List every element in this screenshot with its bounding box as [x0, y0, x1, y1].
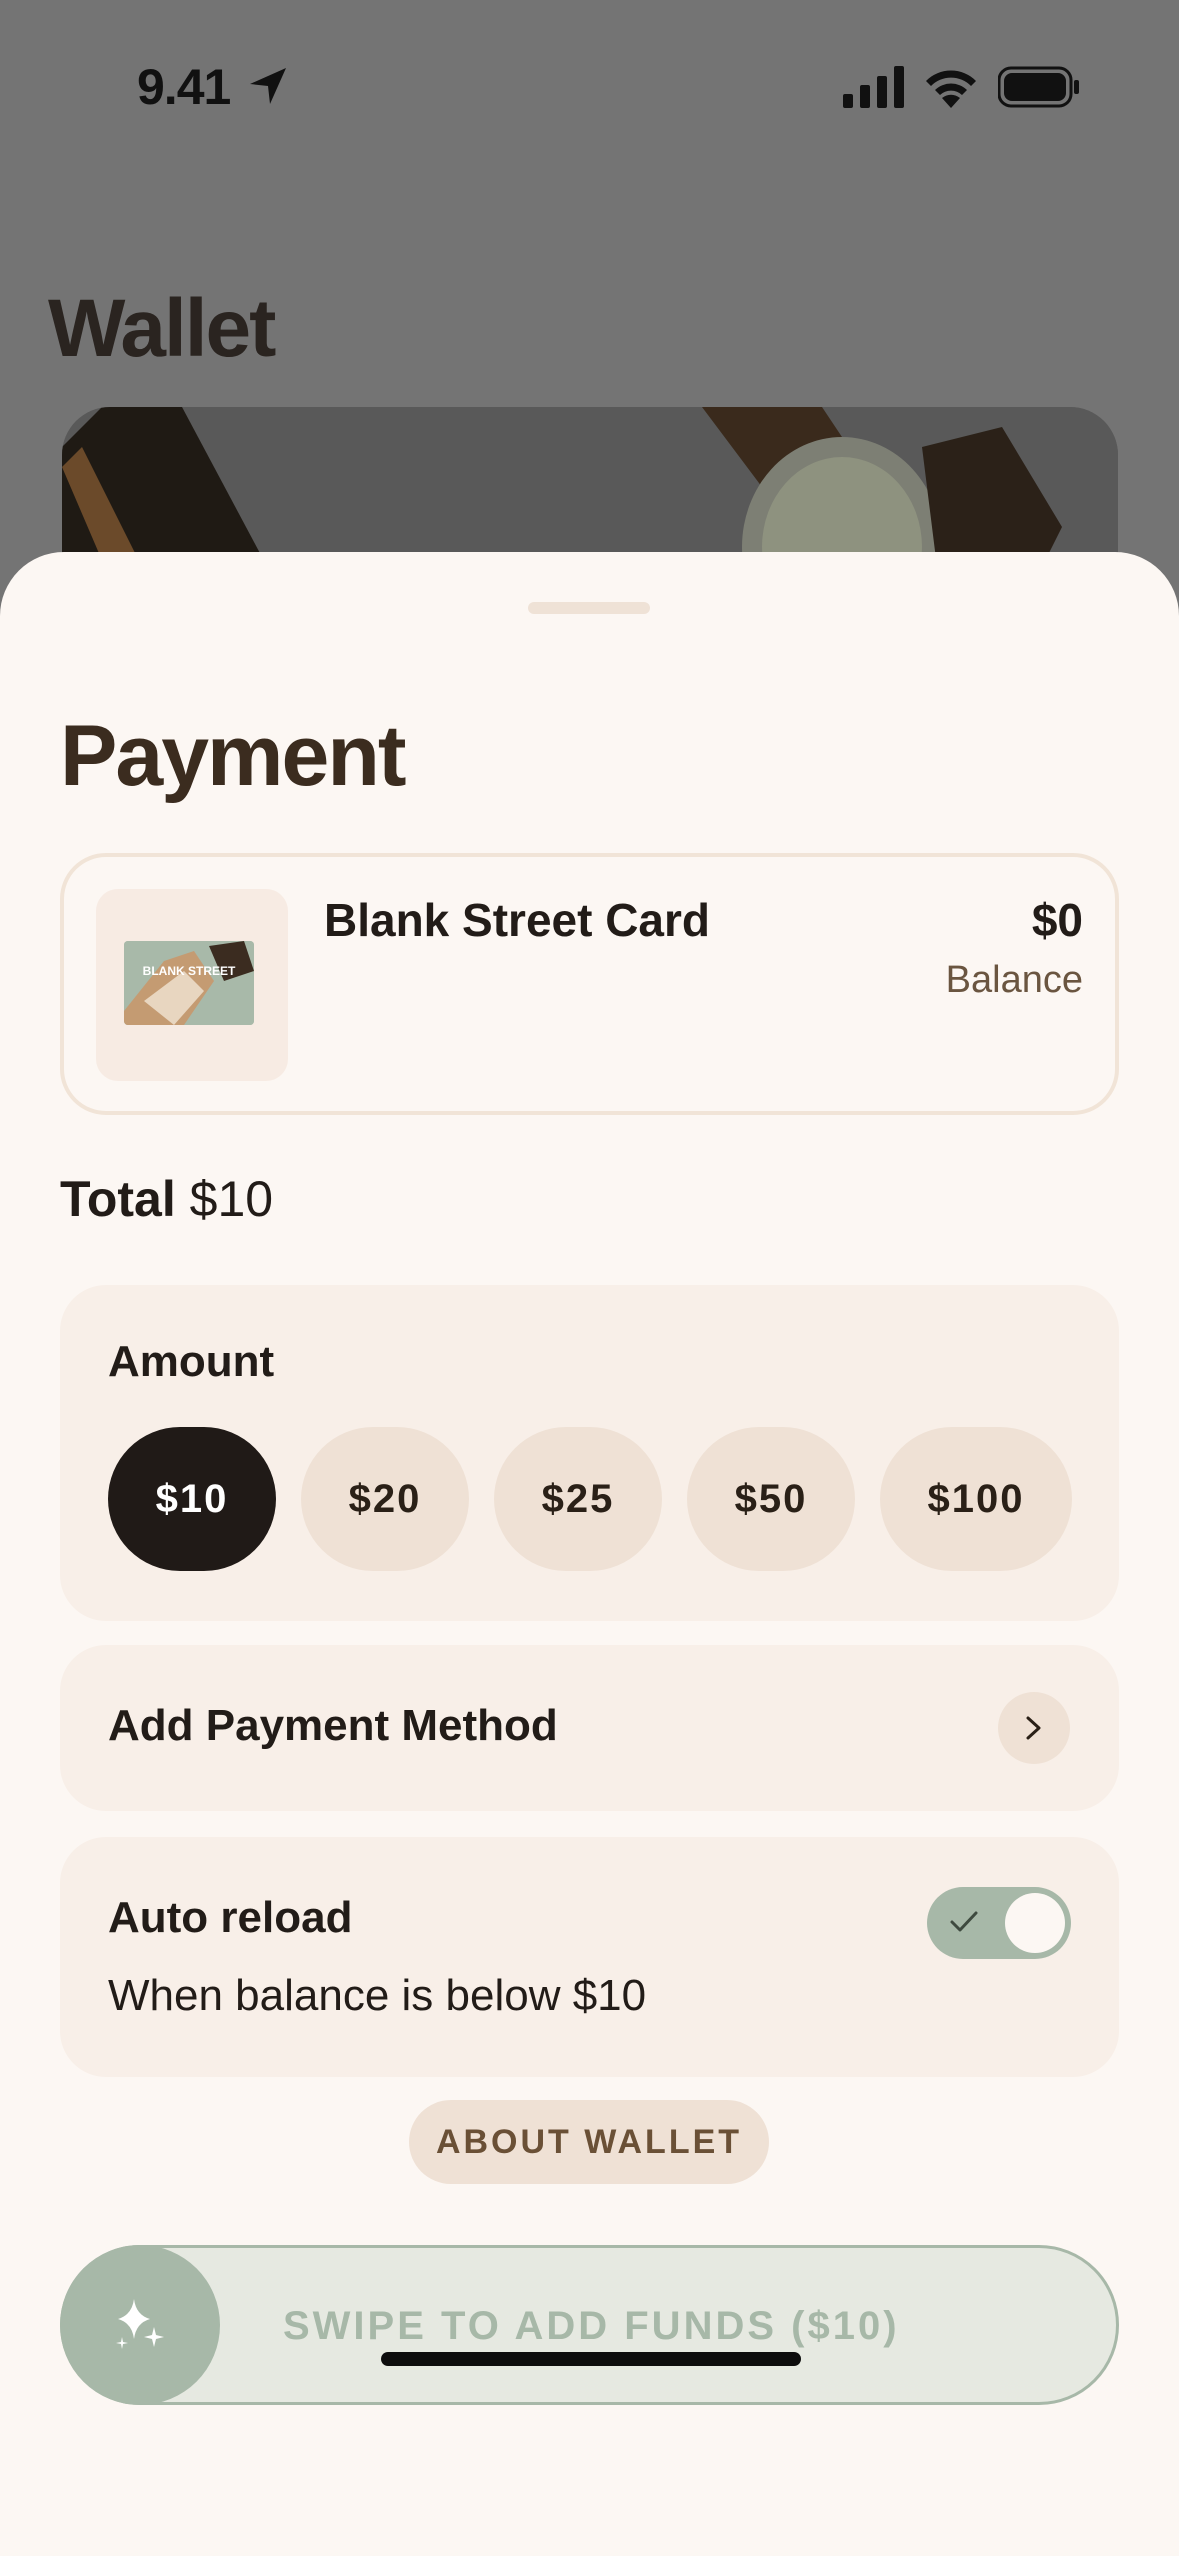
auto-reload-subtitle: When balance is below $10 — [108, 1971, 647, 2020]
status-time: 9.41 — [137, 59, 231, 115]
home-indicator — [381, 2352, 801, 2366]
about-wallet-button[interactable]: ABOUT WALLET — [409, 2100, 769, 2184]
blank-street-card-row[interactable]: BLANK STREET Blank Street Card $0 Balanc… — [60, 853, 1119, 1115]
total-value: $10 — [189, 1171, 274, 1227]
amount-option-50[interactable]: $50 — [687, 1427, 855, 1571]
add-payment-method-label: Add Payment Method — [108, 1701, 558, 1750]
card-thumbnail: BLANK STREET — [124, 941, 254, 1025]
amount-option-20[interactable]: $20 — [301, 1427, 469, 1571]
wallet-title: Wallet — [48, 283, 276, 374]
card-thumbnail-logo: BLANK STREET — [142, 964, 236, 978]
location-arrow-icon — [250, 68, 286, 104]
battery-icon — [998, 66, 1079, 108]
auto-reload-label: Auto reload — [108, 1893, 353, 1942]
card-name: Blank Street Card — [324, 894, 711, 946]
wifi-icon — [926, 70, 976, 108]
add-payment-method-row[interactable]: Add Payment Method — [60, 1645, 1119, 1811]
payment-sheet: Payment BLANK STREET Blank Street Card $… — [0, 552, 1179, 2556]
auto-reload-toggle[interactable] — [927, 1887, 1071, 1959]
chevron-right-button[interactable] — [998, 1692, 1070, 1764]
total-summary: Total $10 — [60, 1170, 273, 1228]
amount-option-25[interactable]: $25 — [494, 1427, 662, 1571]
payment-title: Payment — [60, 708, 406, 804]
card-balance-label: Balance — [945, 959, 1083, 1001]
checkmark-icon — [950, 1911, 978, 1932]
sparkles-icon — [116, 2299, 164, 2349]
card-thumbnail-frame: BLANK STREET — [96, 889, 288, 1081]
amount-option-100[interactable]: $100 — [880, 1427, 1072, 1571]
amount-option-10[interactable]: $10 — [108, 1427, 276, 1571]
total-label: Total — [60, 1171, 176, 1227]
auto-reload-panel: Auto reload When balance is below $10 — [60, 1837, 1119, 2077]
swipe-label: SWIPE TO ADD FUNDS ($10) — [283, 2304, 900, 2348]
toggle-knob — [1005, 1893, 1065, 1953]
swipe-to-add-funds-slider[interactable]: SWIPE TO ADD FUNDS ($10) — [60, 2245, 1119, 2405]
amount-panel: Amount $10 $20 $25 $50 $100 — [60, 1285, 1119, 1621]
status-bar: 9.41 — [0, 0, 1179, 175]
card-balance: $0 — [1031, 894, 1083, 946]
swipe-handle[interactable] — [60, 2245, 220, 2405]
amount-label: Amount — [108, 1337, 275, 1386]
cellular-signal-icon — [843, 66, 904, 108]
chevron-right-icon — [1026, 1716, 1041, 1740]
sheet-grabber[interactable] — [528, 602, 650, 614]
